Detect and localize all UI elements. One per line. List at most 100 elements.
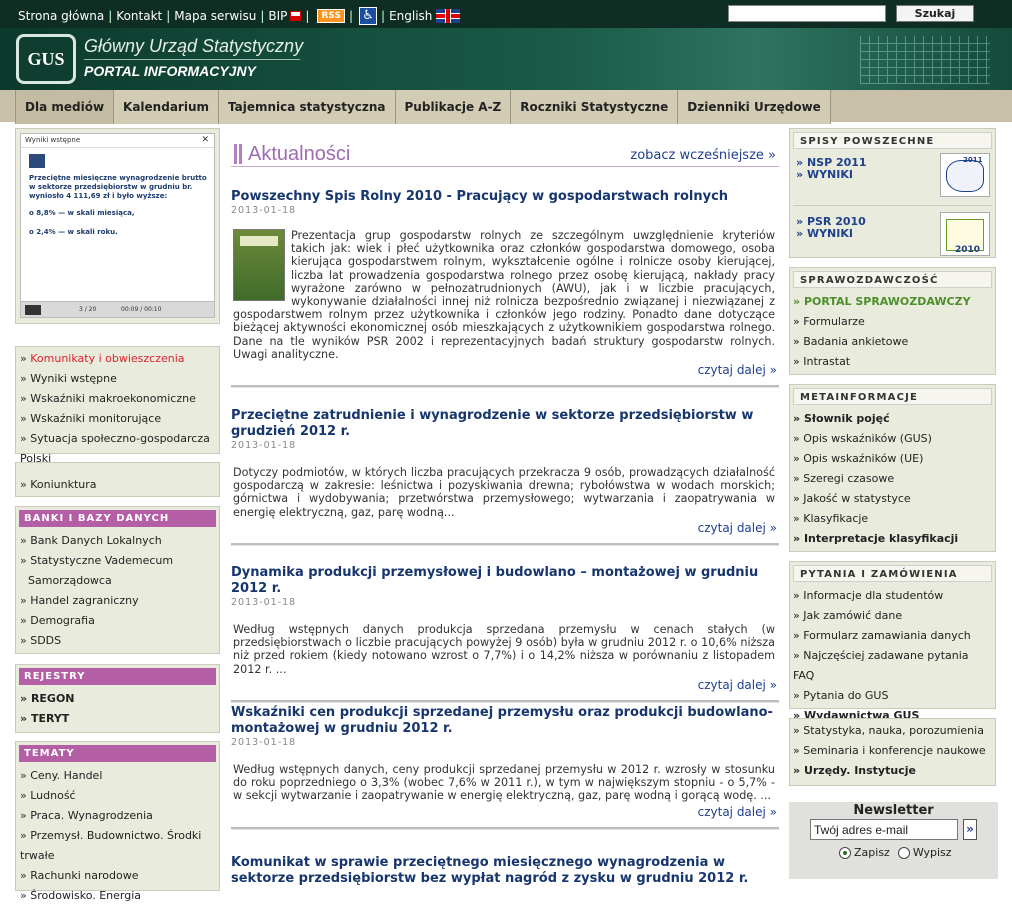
link-home[interactable]: Strona główna (18, 9, 104, 23)
right-link[interactable]: Interpretacje klasyfikacji (793, 529, 992, 549)
article-title[interactable]: Dynamika produkcji przemysłowej i budowl… (231, 565, 779, 597)
subscribe-label: Zapisz (854, 846, 890, 859)
psr-2010-logo-icon[interactable]: 2010 (940, 212, 990, 256)
right-box-pytania: PYTANIA I ZAMÓWIENIA Informacje dla stud… (789, 561, 996, 722)
link-bip[interactable]: BIP (268, 9, 287, 23)
bip-icon[interactable] (290, 11, 302, 21)
link-contact[interactable]: Kontakt (116, 9, 162, 23)
left-link[interactable]: Samorządowca (20, 571, 215, 591)
right-link[interactable]: Klasyfikacje (793, 509, 992, 529)
left-link[interactable]: Komunikaty i obwieszczenia (20, 349, 215, 369)
unsubscribe-radio[interactable] (897, 846, 910, 859)
publication-cover-image[interactable] (233, 229, 285, 301)
search-input[interactable] (728, 5, 886, 22)
article-title[interactable]: Powszechny Spis Rolny 2010 - Pracujący w… (231, 189, 779, 205)
right-box-sprawozdawczosc: SPRAWOZDAWCZOŚĆ PORTAL SPRAWOZDAWCZY For… (789, 267, 996, 375)
right-link[interactable]: Szeregi czasowe (793, 469, 992, 489)
right-link[interactable]: Seminaria i konferencje naukowe (793, 741, 992, 761)
right-link[interactable]: Statystyka, nauka, porozumienia (793, 721, 992, 741)
pause-icon[interactable] (25, 305, 41, 315)
read-more-link[interactable]: czytaj dalej » (231, 521, 777, 535)
right-link[interactable]: Jak zamówić dane (793, 606, 992, 626)
top-bar: Strona główna | Kontakt | Mapa serwisu |… (0, 0, 1012, 28)
left-link[interactable]: REGON (20, 689, 215, 709)
left-link[interactable]: Demografia (20, 611, 215, 631)
close-icon[interactable]: ✕ (201, 134, 209, 147)
slide-text: Przeciętne miesięczne wynagrodzenie brut… (29, 174, 207, 200)
accessibility-icon[interactable]: ♿ (359, 7, 378, 25)
right-link[interactable]: Opis wskaźników (UE) (793, 449, 992, 469)
left-link[interactable]: Koniunktura (20, 475, 215, 495)
left-box-komunikaty: Komunikaty i obwieszczenia Wyniki wstępn… (15, 346, 220, 465)
newsletter-submit-button[interactable]: » (963, 819, 977, 840)
left-link[interactable]: Środowisko. Energia (20, 886, 215, 906)
article-title[interactable]: Wskaźniki cen produkcji sprzedanej przem… (231, 705, 779, 737)
left-link[interactable]: TERYT (20, 709, 215, 729)
see-earlier-link[interactable]: zobacz wcześniejsze » (630, 148, 776, 163)
article-title[interactable]: Komunikat w sprawie przeciętnego miesięc… (231, 855, 779, 887)
left-link[interactable]: Statystyczne Vademecum (20, 551, 215, 571)
left-link[interactable]: Przemysł. Budownictwo. Środki trwałe (20, 826, 215, 866)
left-box-rejestry: REJESTRY REGON TERYT (15, 664, 220, 733)
read-more-link[interactable]: czytaj dalej » (231, 363, 777, 377)
slide-logo-icon (29, 154, 45, 168)
census-link[interactable]: » WYNIKI (796, 227, 853, 240)
search-button[interactable]: Szukaj (896, 5, 974, 22)
article-title[interactable]: Przeciętne zatrudnienie i wynagrodzenie … (231, 408, 779, 440)
video-title: Wyniki wstępne (25, 136, 81, 144)
link-sitemap[interactable]: Mapa serwisu (174, 9, 256, 23)
census-badge-year: 2011 (963, 156, 983, 164)
right-link[interactable]: Formularz zamawiania danych (793, 626, 992, 646)
right-link[interactable]: Pytania do GUS (793, 686, 992, 706)
subscribe-radio[interactable] (839, 846, 851, 859)
left-link[interactable]: Wskaźniki makroekonomiczne (20, 389, 215, 409)
left-link[interactable]: Ceny. Handel (20, 766, 215, 786)
newsletter-email-input[interactable] (810, 819, 958, 840)
rss-icon[interactable]: RSS (317, 9, 345, 23)
right-link[interactable]: Urzędy. Instytucje (793, 761, 992, 781)
right-link[interactable]: Słownik pojęć (793, 409, 992, 429)
nsp-2011-logo-icon[interactable]: 2011 (940, 153, 990, 197)
article-body: Prezentacja grup gospodarstw rolnych ze … (233, 229, 775, 361)
news-article: Przeciętne zatrudnienie i wynagrodzenie … (231, 408, 779, 546)
divider (793, 205, 992, 206)
separator: | (166, 9, 171, 23)
nav-kalendarium[interactable]: Kalendarium (114, 90, 219, 124)
nav-dzienniki[interactable]: Dzienniki Urzędowe (678, 90, 831, 124)
right-link[interactable]: Jakość w statystyce (793, 489, 992, 509)
left-link[interactable]: Rachunki narodowe (20, 866, 215, 886)
slide-bullet: o 8,8% — w skali miesiąca, (29, 209, 135, 217)
right-link[interactable]: Najczęściej zadawane pytania FAQ (793, 646, 992, 686)
gus-logo[interactable]: GUS (16, 34, 76, 84)
right-link[interactable]: PORTAL SPRAWOZDAWCZY (793, 292, 992, 312)
nav-dla-mediow[interactable]: Dla mediów (16, 90, 115, 124)
nav-roczniki[interactable]: Roczniki Statystyczne (511, 90, 679, 124)
right-link[interactable]: Opis wskaźników (GUS) (793, 429, 992, 449)
left-link[interactable]: Wskaźniki monitorujące (20, 409, 215, 429)
right-link[interactable]: Badania ankietowe (793, 332, 992, 352)
time-readout: 00:09 / 00:10 (121, 306, 162, 313)
newsletter-options: Zapisz Wypisz (839, 846, 952, 859)
read-more-link[interactable]: czytaj dalej » (231, 805, 777, 819)
left-link[interactable]: Handel zagraniczny (20, 591, 215, 611)
link-english[interactable]: English (389, 9, 432, 23)
uk-flag-icon[interactable] (436, 9, 461, 23)
nav-publikacje[interactable]: Publikacje A-Z (395, 90, 512, 124)
nav-tajemnica[interactable]: Tajemnica statystyczna (219, 90, 396, 124)
census-link[interactable]: » WYNIKI (796, 168, 853, 181)
left-link[interactable]: Wyniki wstępne (20, 369, 215, 389)
right-link[interactable]: Informacje dla studentów (793, 586, 992, 606)
video-frame: Wyniki wstępne ✕ Przeciętne miesięczne w… (20, 133, 215, 318)
read-more-link[interactable]: czytaj dalej » (231, 678, 777, 692)
news-article: Wskaźniki cen produkcji sprzedanej przem… (231, 705, 779, 830)
right-link[interactable]: Intrastat (793, 352, 992, 372)
left-link[interactable]: Bank Danych Lokalnych (20, 531, 215, 551)
census-psr[interactable]: » PSR 2010» WYNIKI 2010 (793, 212, 992, 264)
left-link[interactable]: Ludność (20, 786, 215, 806)
left-link[interactable]: SDDS (20, 631, 215, 651)
video-player[interactable]: Wyniki wstępne ✕ Przeciętne miesięczne w… (15, 128, 220, 324)
census-nsp[interactable]: » NSP 2011» WYNIKI 2011 (793, 153, 992, 205)
right-link[interactable]: Formularze (793, 312, 992, 332)
article-divider (231, 542, 779, 546)
left-link[interactable]: Praca. Wynagrodzenia (20, 806, 215, 826)
